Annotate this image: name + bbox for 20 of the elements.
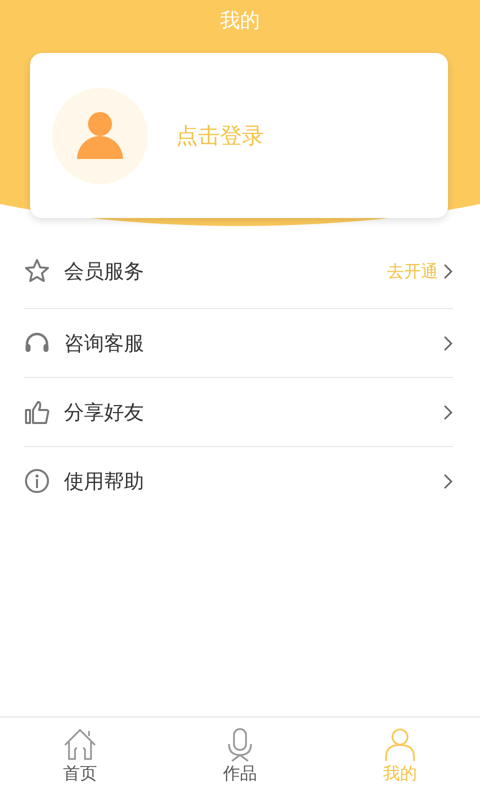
tab[interactable]: 作品 — [160, 718, 320, 800]
chevron-right-icon — [443, 262, 453, 280]
menu-item[interactable]: 分享好友 — [24, 378, 453, 447]
info-icon — [24, 468, 50, 494]
menu-label: 分享好友 — [64, 398, 145, 426]
chevron-right-icon — [443, 404, 453, 420]
home-icon — [63, 728, 97, 762]
menu-label: 会员服务 — [64, 258, 145, 284]
user-icon — [383, 728, 417, 762]
menu-label: 使用帮助 — [64, 468, 145, 494]
chevron-right-icon — [443, 334, 453, 352]
page-title: 我的 — [219, 7, 261, 34]
menu-label: 咨询客服 — [64, 330, 145, 356]
thumbs-up-icon — [24, 399, 50, 425]
menu-item[interactable]: 咨询客服 — [24, 309, 453, 378]
star-icon — [24, 258, 50, 284]
tab[interactable]: 首页 — [0, 718, 160, 800]
menu-item[interactable]: 使用帮助 — [24, 447, 453, 515]
menu-item[interactable]: 会员服务 去开通 — [24, 234, 453, 309]
chevron-right-icon — [443, 472, 453, 490]
